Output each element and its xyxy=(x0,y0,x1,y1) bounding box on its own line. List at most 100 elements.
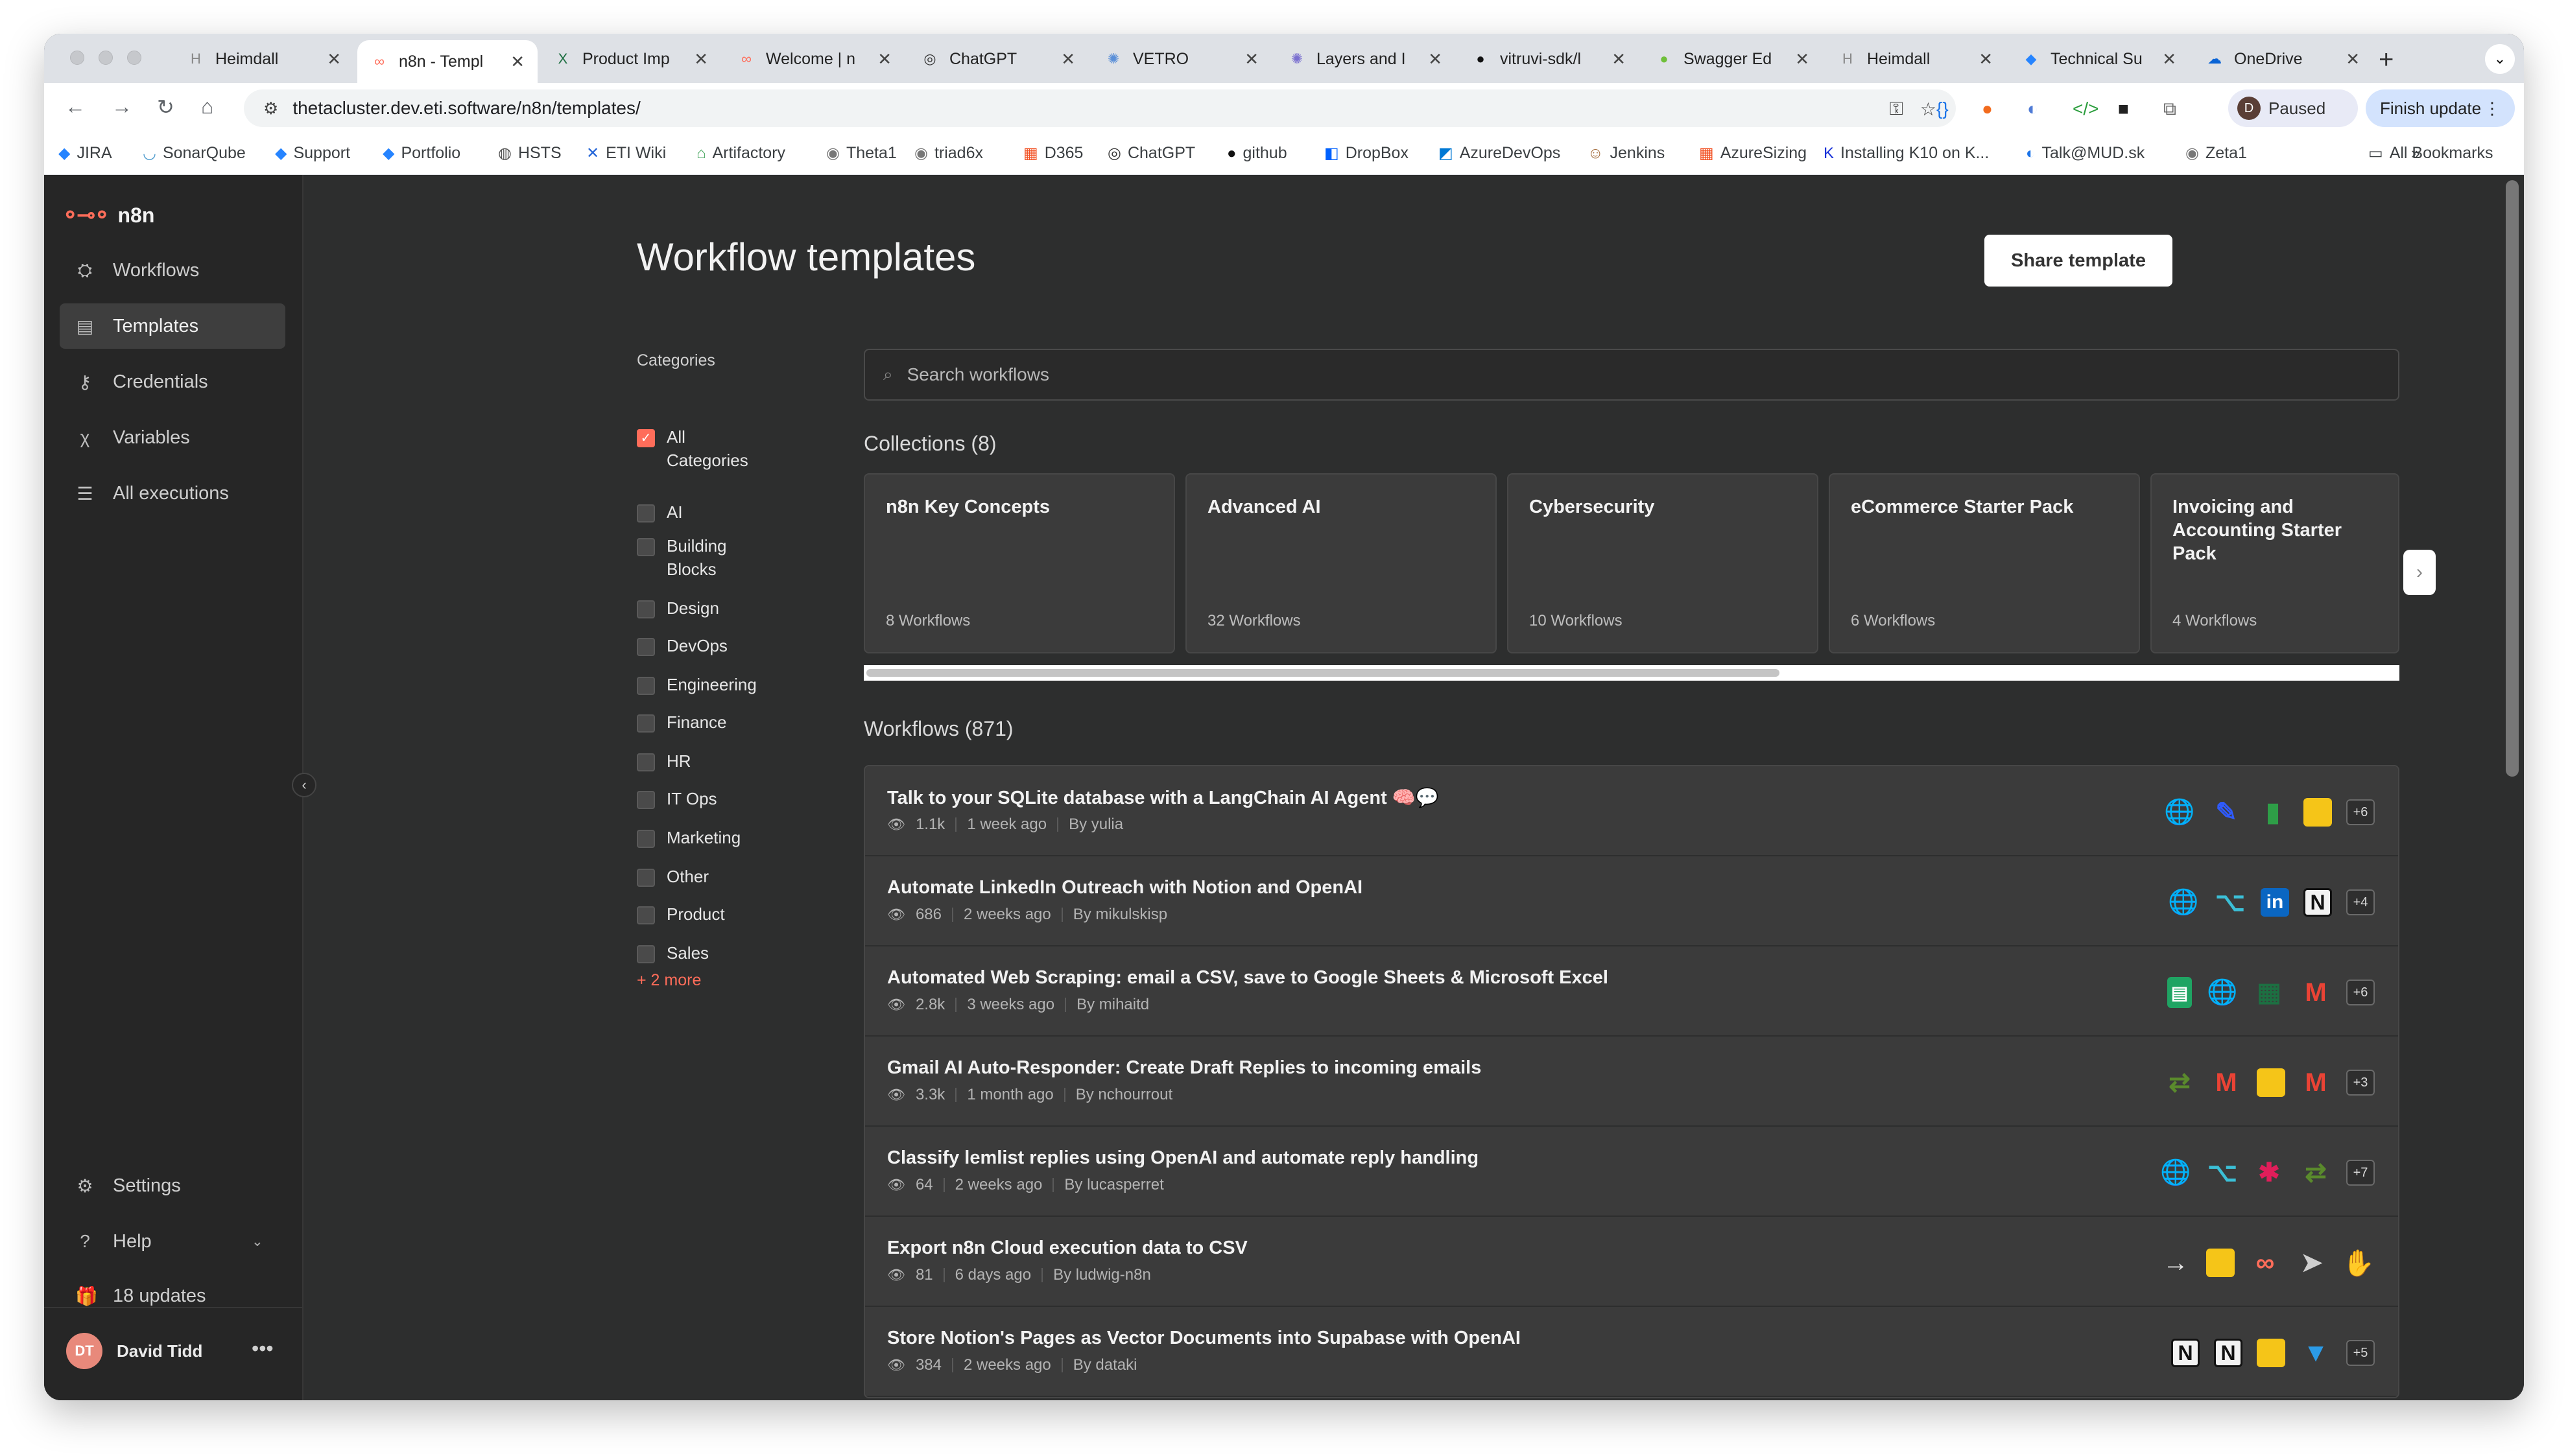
category-filter[interactable]: Other xyxy=(637,865,767,888)
browser-tab[interactable]: ● Swagger Ed ✕ xyxy=(1642,40,1822,78)
category-filter[interactable]: Marketing xyxy=(637,826,767,849)
close-tab-icon[interactable]: ✕ xyxy=(1795,49,1809,69)
browser-tab[interactable]: ∞ Welcome | n ✕ xyxy=(724,40,905,78)
checkbox-icon[interactable] xyxy=(637,600,655,618)
close-tab-icon[interactable]: ✕ xyxy=(2162,49,2176,69)
bookmark-item[interactable]: ✕ ETI Wiki xyxy=(586,144,666,163)
home-icon[interactable]: ⌂ xyxy=(201,95,213,119)
workflow-row[interactable]: Export n8n Cloud execution data to CSV 👁 8… xyxy=(865,1217,2398,1307)
category-filter[interactable]: ✓ All Categories xyxy=(637,425,767,472)
user-profile[interactable]: DT David Tidd xyxy=(66,1333,202,1369)
extension-orange-icon[interactable]: ● xyxy=(1982,99,1993,119)
checkbox-checked-icon[interactable]: ✓ xyxy=(637,429,655,447)
bookmark-item[interactable]: ◡ SonarQube xyxy=(143,144,246,163)
workflow-row[interactable]: Gmail AI Auto-Responder: Create Draft Re… xyxy=(865,1037,2398,1127)
bookmark-item[interactable]: ● github xyxy=(1227,144,1287,163)
profile-button[interactable]: D Paused xyxy=(2228,89,2358,127)
category-filter[interactable]: IT Ops xyxy=(637,787,767,810)
workflow-row[interactable]: Automate LinkedIn Outreach with Notion a… xyxy=(865,856,2398,946)
category-filter[interactable]: Building Blocks xyxy=(637,534,767,581)
close-tab-icon[interactable]: ✕ xyxy=(877,49,892,69)
browser-tab[interactable]: ◆ Technical Su ✕ xyxy=(2009,40,2189,78)
finish-update-button[interactable]: Finish update ⋮ xyxy=(2366,89,2515,127)
all-bookmarks-button[interactable]: ▭ All Bookmarks xyxy=(2368,144,2493,163)
json-extension-icon[interactable]: {} xyxy=(1936,99,1949,119)
browser-tab[interactable]: H Heimdall ✕ xyxy=(174,40,354,78)
password-key-icon[interactable]: ⚿ xyxy=(1890,99,1903,120)
bookmark-item[interactable]: ◆ JIRA xyxy=(58,144,112,163)
bookmark-item[interactable]: ◩ AzureDevOps xyxy=(1438,144,1560,163)
back-arrow-icon[interactable]: ← xyxy=(65,95,86,119)
bookmark-item[interactable]: ◍ HSTS xyxy=(498,144,562,163)
bookmark-item[interactable]: ☺ Jenkins xyxy=(1587,144,1665,163)
workflow-row[interactable]: Automated Web Scraping: email a CSV, sav… xyxy=(865,946,2398,1037)
workflow-row[interactable]: Classify lemlist replies using OpenAI an… xyxy=(865,1127,2398,1217)
close-tab-icon[interactable]: ✕ xyxy=(1428,49,1442,69)
collapse-sidebar-chevron-icon[interactable]: ‹ xyxy=(292,773,316,797)
close-tab-icon[interactable]: ✕ xyxy=(1611,49,1626,69)
minimize-window-button[interactable] xyxy=(99,51,113,65)
browser-tab[interactable]: ☁ OneDrive ✕ xyxy=(2193,40,2373,78)
category-filter[interactable]: DevOps xyxy=(637,634,767,657)
sidebar-item-all-executions[interactable]: ☰ All executions xyxy=(60,471,285,516)
user-menu-ellipsis-icon[interactable]: ••• xyxy=(252,1337,274,1361)
browser-tab[interactable]: ✺ Layers and I ✕ xyxy=(1275,40,1455,78)
code-extension-icon[interactable]: </> xyxy=(2073,99,2098,119)
collection-card[interactable]: Advanced AI 32 Workflows xyxy=(1185,473,1497,653)
bookmark-item[interactable]: K Installing K10 on K... xyxy=(1824,144,1989,163)
sidebar-item-credentials[interactable]: ⚷ Credentials xyxy=(60,359,285,405)
bookmark-item[interactable]: ◉ Theta1 xyxy=(826,144,897,163)
camera-extension-icon[interactable]: ■ xyxy=(2118,99,2129,119)
search-input[interactable]: ⌕ Search workflows xyxy=(864,349,2399,401)
address-bar[interactable]: ⚙ thetacluster.dev.eti.software/n8n/temp… xyxy=(244,89,1956,127)
bookmark-item[interactable]: ◐ Talk@MUD.sk xyxy=(2026,144,2145,163)
browser-tab[interactable]: ● vitruvi-sdk/l ✕ xyxy=(1458,40,1639,78)
checkbox-icon[interactable] xyxy=(637,753,655,771)
bookmark-item[interactable]: ◉ triad6x xyxy=(914,144,983,163)
new-tab-button[interactable]: + xyxy=(2379,45,2394,75)
checkbox-icon[interactable] xyxy=(637,714,655,733)
close-window-button[interactable] xyxy=(70,51,84,65)
maximize-window-button[interactable] xyxy=(127,51,141,65)
close-tab-icon[interactable]: ✕ xyxy=(510,52,525,72)
collection-card[interactable]: n8n Key Concepts 8 Workflows xyxy=(864,473,1175,653)
sidebar-item-variables[interactable]: χ Variables xyxy=(60,415,285,460)
extensions-puzzle-icon[interactable]: ⧉ xyxy=(2163,99,2176,120)
bookmark-item[interactable]: ◆ Support xyxy=(275,144,350,163)
extension-blue-icon[interactable]: ◐ xyxy=(2027,99,2038,119)
checkbox-icon[interactable] xyxy=(637,945,655,963)
close-tab-icon[interactable]: ✕ xyxy=(327,49,341,69)
close-tab-icon[interactable]: ✕ xyxy=(1244,49,1259,69)
bookmark-item[interactable]: ⌂ Artifactory xyxy=(696,144,785,163)
share-template-button[interactable]: Share template xyxy=(1984,235,2172,287)
bookmark-item[interactable]: ▦ D365 xyxy=(1023,144,1083,163)
collections-scrollbar[interactable] xyxy=(864,665,2399,681)
checkbox-icon[interactable] xyxy=(637,830,655,848)
bookmark-item[interactable]: ◆ Portfolio xyxy=(383,144,460,163)
category-filter[interactable]: AI xyxy=(637,500,767,524)
bookmark-item[interactable]: ▦ AzureSizing xyxy=(1699,144,1807,163)
bookmark-item[interactable]: ◎ ChatGPT xyxy=(1108,144,1195,163)
sidebar-item-workflows[interactable]: ⛭ Workflows xyxy=(60,248,285,293)
sidebar-item-updates[interactable]: 🎁 18 updates xyxy=(60,1273,285,1319)
category-filter[interactable]: Engineering xyxy=(637,673,767,696)
n8n-logo[interactable]: ⚬⊸⚬ n8n xyxy=(61,202,154,228)
site-settings-icon[interactable]: ⚙ xyxy=(263,99,278,119)
checkbox-icon[interactable] xyxy=(637,791,655,809)
close-tab-icon[interactable]: ✕ xyxy=(2346,49,2360,69)
checkbox-icon[interactable] xyxy=(637,906,655,924)
tab-search-chevron-icon[interactable]: ⌄ xyxy=(2485,44,2515,74)
sidebar-item-help[interactable]: ? Help ⌄ xyxy=(60,1219,285,1264)
browser-tab[interactable]: ∞ n8n - Templ ✕ xyxy=(357,40,538,83)
category-filter[interactable]: HR xyxy=(637,749,767,773)
category-filter[interactable]: Sales xyxy=(637,941,767,965)
collection-card[interactable]: Invoicing and Accounting Starter Pack 4 W… xyxy=(2150,473,2399,653)
checkbox-icon[interactable] xyxy=(637,869,655,887)
kebab-menu-icon[interactable]: ⋮ xyxy=(2484,99,2501,119)
category-filter[interactable]: Product xyxy=(637,902,767,926)
collections-next-chevron-icon[interactable]: › xyxy=(2403,550,2436,595)
checkbox-icon[interactable] xyxy=(637,638,655,656)
page-scrollbar[interactable] xyxy=(2506,180,2519,777)
forward-arrow-icon[interactable]: → xyxy=(112,95,132,119)
checkbox-icon[interactable] xyxy=(637,504,655,523)
